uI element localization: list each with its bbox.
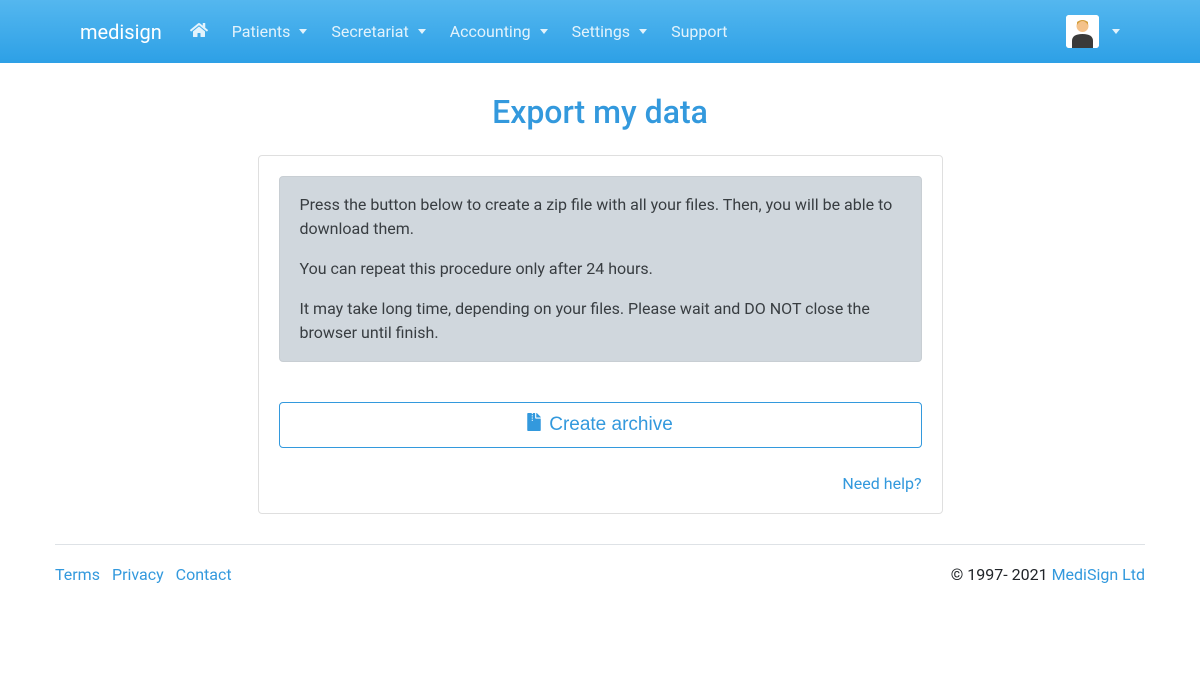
nav-patients[interactable]: Patients bbox=[220, 14, 320, 49]
nav-settings[interactable]: Settings bbox=[560, 14, 659, 49]
alert-paragraph-3: It may take long time, depending on your… bbox=[300, 297, 901, 345]
navbar: medisign Patients Secretariat Accounting… bbox=[0, 0, 1200, 63]
file-archive-icon bbox=[527, 413, 541, 437]
nav-settings-label: Settings bbox=[572, 22, 630, 41]
footer-privacy-link[interactable]: Privacy bbox=[112, 565, 164, 584]
footer: Terms Privacy Contact © 1997- 2021 MediS… bbox=[55, 544, 1145, 604]
nav-patients-label: Patients bbox=[232, 22, 291, 41]
info-alert: Press the button below to create a zip f… bbox=[279, 176, 922, 362]
user-menu[interactable] bbox=[1066, 15, 1120, 48]
create-archive-button[interactable]: Create archive bbox=[279, 402, 922, 448]
help-link-wrap: Need help? bbox=[279, 474, 922, 493]
brand-link[interactable]: medisign bbox=[80, 20, 162, 44]
nav-support[interactable]: Support bbox=[659, 14, 739, 49]
alert-paragraph-2: You can repeat this procedure only after… bbox=[300, 257, 901, 281]
home-icon bbox=[190, 22, 208, 42]
navbar-right bbox=[1066, 15, 1120, 48]
nav-home[interactable] bbox=[178, 14, 220, 50]
nav-secretariat[interactable]: Secretariat bbox=[319, 14, 437, 49]
chevron-down-icon bbox=[299, 29, 307, 34]
avatar bbox=[1066, 15, 1099, 48]
chevron-down-icon bbox=[540, 29, 548, 34]
footer-copyright: © 1997- 2021 MediSign Ltd bbox=[951, 565, 1145, 584]
nav-secretariat-label: Secretariat bbox=[331, 22, 408, 41]
chevron-down-icon bbox=[418, 29, 426, 34]
page-title: Export my data bbox=[55, 93, 1145, 131]
main-container: Export my data Press the button below to… bbox=[40, 93, 1160, 604]
alert-paragraph-1: Press the button below to create a zip f… bbox=[300, 193, 901, 241]
footer-terms-link[interactable]: Terms bbox=[55, 565, 100, 584]
footer-contact-link[interactable]: Contact bbox=[176, 565, 232, 584]
create-archive-label: Create archive bbox=[549, 414, 673, 436]
nav-accounting-label: Accounting bbox=[450, 22, 531, 41]
footer-links: Terms Privacy Contact bbox=[55, 565, 232, 584]
export-card: Press the button below to create a zip f… bbox=[258, 155, 943, 514]
nav-accounting[interactable]: Accounting bbox=[438, 14, 560, 49]
company-link[interactable]: MediSign Ltd bbox=[1052, 565, 1145, 584]
need-help-link[interactable]: Need help? bbox=[842, 474, 921, 493]
nav-support-label: Support bbox=[671, 22, 727, 41]
chevron-down-icon bbox=[1112, 29, 1120, 34]
chevron-down-icon bbox=[639, 29, 647, 34]
navbar-nav: Patients Secretariat Accounting Settings… bbox=[178, 14, 1066, 50]
copyright-text: © 1997- 2021 bbox=[951, 565, 1052, 584]
